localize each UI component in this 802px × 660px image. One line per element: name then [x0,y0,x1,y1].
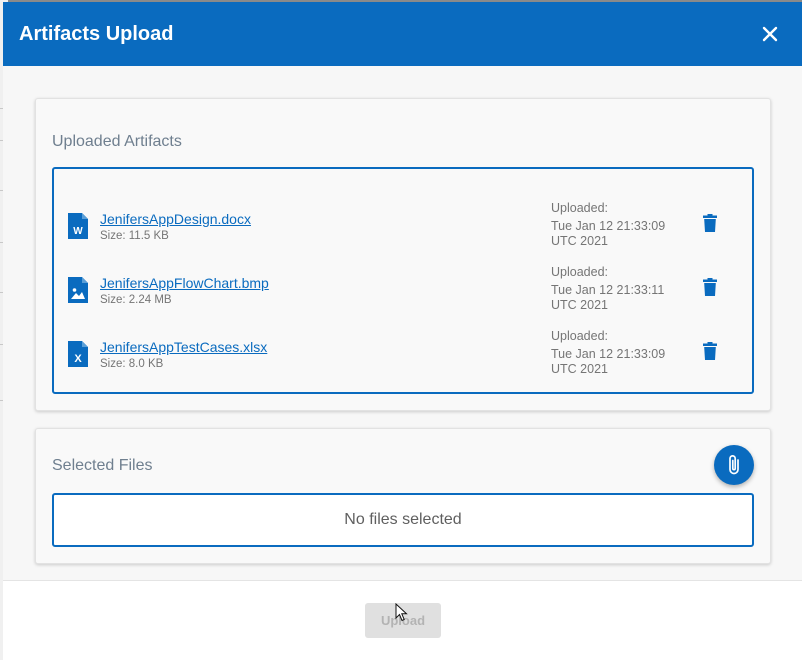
word-document-icon: W [68,213,88,239]
delete-file-button[interactable] [700,276,720,298]
trash-icon [703,342,717,360]
no-files-message: No files selected [344,511,462,528]
selected-files-title: Selected Files [52,457,153,474]
delete-file-button[interactable] [700,212,720,234]
file-size: Size: 11.5 KB [100,230,169,242]
uploaded-timezone: UTC 2021 [551,298,608,312]
dialog-title: Artifacts Upload [19,22,174,45]
file-row: JenifersAppFlowChart.bmp Size: 2.24 MB U… [54,265,752,321]
close-button[interactable] [754,18,786,50]
uploaded-label: Uploaded: [551,201,608,215]
trash-icon [703,214,717,232]
uploaded-label: Uploaded: [551,329,608,343]
mouse-cursor-icon [395,603,408,622]
selected-files-panel: Selected Files No files selected [35,428,771,564]
dialog-header: Artifacts Upload [3,2,802,66]
uploaded-files-list: W JenifersAppDesign.docx Size: 11.5 KB U… [52,167,754,394]
attach-files-button[interactable] [714,445,754,485]
file-name-link[interactable]: JenifersAppTestCases.xlsx [100,339,267,355]
artifacts-upload-dialog: Artifacts Upload Uploaded Artifacts W Je… [3,2,802,660]
svg-text:X: X [74,353,82,365]
uploaded-timezone: UTC 2021 [551,234,608,248]
uploaded-label: Uploaded: [551,265,608,279]
excel-document-icon: X [68,341,88,367]
image-file-icon [68,277,88,303]
file-name-link[interactable]: JenifersAppFlowChart.bmp [100,275,269,291]
uploaded-date: Tue Jan 12 21:33:11 [551,283,665,297]
svg-text:W: W [73,226,83,237]
selected-files-dropzone: No files selected [52,493,754,547]
uploaded-artifacts-panel: Uploaded Artifacts W JenifersAppDesign.d… [35,98,771,411]
uploaded-timezone: UTC 2021 [551,362,608,376]
file-size: Size: 2.24 MB [100,294,172,306]
file-size: Size: 8.0 KB [100,358,164,370]
dialog-body: Uploaded Artifacts W JenifersAppDesign.d… [3,66,802,580]
trash-icon [703,278,717,296]
file-row: X JenifersAppTestCases.xlsx Size: 8.0 KB… [54,329,752,385]
file-name-link[interactable]: JenifersAppDesign.docx [100,211,251,227]
uploaded-date: Tue Jan 12 21:33:09 [551,347,666,361]
delete-file-button[interactable] [700,340,720,362]
uploaded-artifacts-title: Uploaded Artifacts [52,133,182,150]
paperclip-icon [729,455,739,475]
file-row: W JenifersAppDesign.docx Size: 11.5 KB U… [54,201,752,257]
close-icon [762,26,778,42]
uploaded-date: Tue Jan 12 21:33:09 [551,219,666,233]
